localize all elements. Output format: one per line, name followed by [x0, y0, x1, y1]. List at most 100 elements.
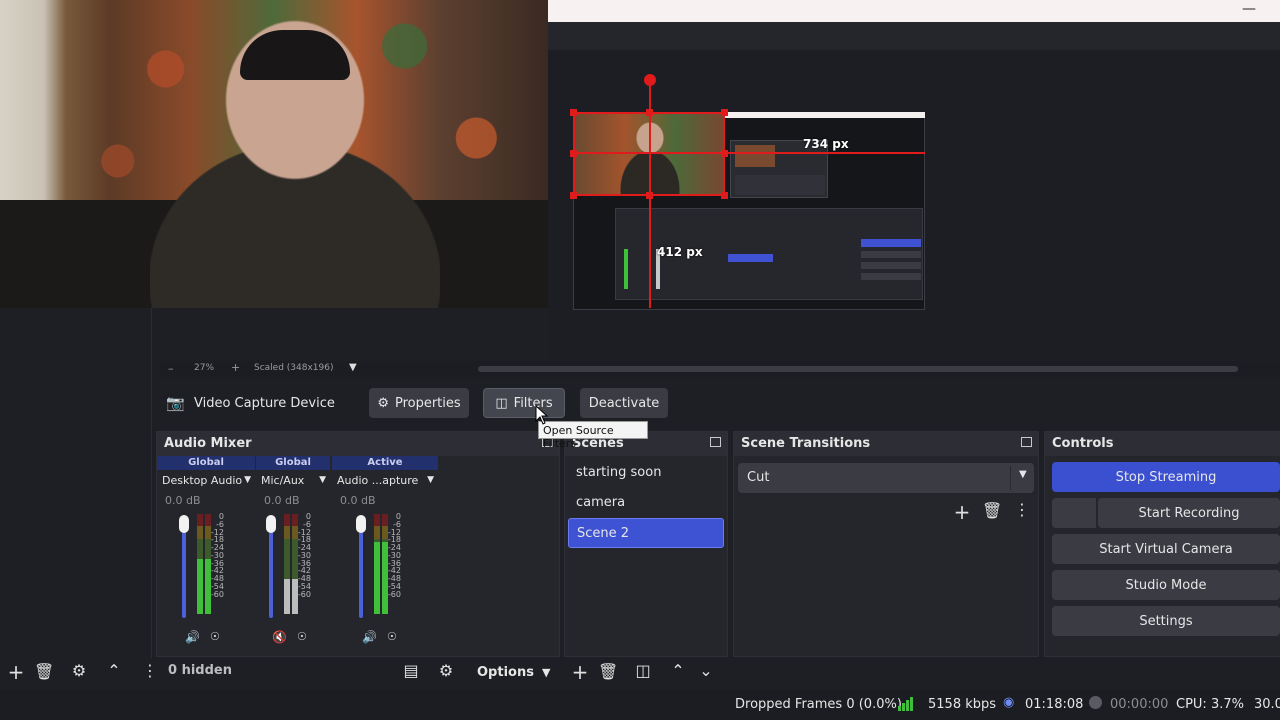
resize-handle-bl[interactable] [570, 192, 577, 199]
zoom-in-button[interactable]: + [231, 361, 240, 374]
mixer-layout-icon[interactable]: ▤ [401, 661, 421, 680]
resize-handle-b[interactable] [646, 192, 653, 199]
resize-handle-tl[interactable] [570, 109, 577, 116]
controls-title: Controls [1045, 432, 1280, 456]
volume-fader-track[interactable] [182, 518, 186, 618]
source-toolbar: 📷 Video Capture Device ⚙ Properties ◫ Filt… [152, 382, 1280, 426]
start-virtual-camera-button[interactable]: Start Virtual Camera [1052, 534, 1280, 564]
meter-scale: 0 -6 -12 -18 -24 -30 -36 -42 -48 -54 -60 [210, 513, 224, 598]
signal-icon [898, 695, 913, 711]
channel-name: Desktop Audio [162, 474, 243, 487]
advanced-audio-icon[interactable]: ⚙ [436, 661, 456, 680]
add-icon[interactable]: + [952, 500, 972, 524]
chevron-down-icon: ▼ [1010, 466, 1027, 490]
filters-tooltip: Open Source Filters [538, 421, 648, 450]
resize-handle-br[interactable] [721, 192, 728, 199]
scene-down-icon[interactable]: ⌄ [696, 661, 716, 680]
speaker-icon[interactable]: 🔊 [185, 630, 200, 644]
resize-handle-r[interactable] [721, 150, 728, 157]
rotation-handle[interactable] [644, 74, 656, 86]
meter-scale-tick: -60 [297, 589, 311, 599]
scene-item-scene-2[interactable]: Scene 2 [568, 518, 724, 548]
resize-handle-l[interactable] [570, 150, 577, 157]
resize-handle-tr[interactable] [721, 109, 728, 116]
channel-db: 0.0 dB [340, 494, 376, 507]
move-up-icon[interactable]: ⌃ [104, 661, 124, 680]
level-meter [284, 514, 290, 614]
filters-button[interactable]: ◫ Filters [483, 388, 565, 418]
record-options-segment[interactable] [1052, 498, 1096, 528]
minimize-icon[interactable]: — [1242, 1, 1256, 17]
speaker-icon[interactable]: 🔊 [362, 630, 377, 644]
stream-time: 01:18:08 [1025, 697, 1084, 712]
headphones-icon[interactable]: ☉ [210, 630, 220, 643]
start-recording-button[interactable]: Start Recording [1098, 498, 1280, 528]
meter-scale: 0 -6 -12 -18 -24 -30 -36 -42 -48 -54 -60 [297, 513, 311, 598]
channel-badge: Global [256, 456, 330, 470]
trash-icon[interactable]: 🗑 [982, 501, 1002, 520]
height-guide-label: 412 px [657, 245, 703, 259]
add-source-icon[interactable]: + [6, 660, 26, 684]
mixer-channel: Global Mic/Aux ▼ 0.0 dB 0 -6 -12 -18 -24 -30 -36 -4… [256, 456, 330, 656]
muted-speaker-icon[interactable]: 🔇 [272, 630, 287, 644]
headphones-icon[interactable]: ☉ [297, 630, 307, 643]
volume-fader-track[interactable] [359, 518, 363, 618]
properties-button[interactable]: ⚙ Properties [369, 388, 469, 418]
stop-streaming-button[interactable]: Stop Streaming [1052, 462, 1280, 492]
mixer-channel: Global Desktop Audio ▼ 0.0 dB 0 -6 -12 -18 -24 -3… [157, 456, 255, 656]
mixer-channel: Active Audio ...apture ▼ 0.0 dB 0 -6 -12 -18 -24… [332, 456, 438, 656]
remove-scene-icon[interactable]: 🗑 [598, 662, 618, 681]
channel-name: Audio ...apture [337, 474, 419, 487]
add-scene-icon[interactable]: + [570, 660, 590, 684]
mouse-cursor-icon [535, 405, 549, 425]
scene-filter-icon[interactable]: ◫ [633, 661, 653, 680]
studio-mode-button[interactable]: Studio Mode [1052, 570, 1280, 600]
chevron-down-icon[interactable]: ▼ [319, 475, 326, 485]
channel-db: 0.0 dB [165, 494, 201, 507]
scene-up-icon[interactable]: ⌃ [668, 661, 688, 680]
record-time: 00:00:00 [1110, 697, 1169, 712]
volume-fader-track[interactable] [269, 518, 273, 618]
scale-dropdown-icon[interactable]: ▼ [349, 362, 357, 373]
properties-label: Properties [394, 395, 461, 411]
source-settings-icon[interactable]: ⚙ [69, 661, 89, 680]
more-icon[interactable]: ⋮ [140, 661, 160, 680]
deactivate-label: Deactivate [588, 395, 660, 411]
more-icon[interactable]: ⋮ [1012, 500, 1032, 519]
width-guide-label: 734 px [803, 137, 849, 151]
volume-fader-knob[interactable] [266, 515, 276, 533]
volume-fader-knob[interactable] [179, 515, 189, 533]
remove-source-icon[interactable]: 🗑 [34, 662, 54, 681]
scene-item-starting-soon[interactable]: starting soon [568, 458, 724, 488]
source-name: Video Capture Device [194, 396, 335, 411]
deactivate-button[interactable]: Deactivate [580, 388, 668, 418]
zoom-out-button[interactable]: – [168, 362, 174, 375]
undock-icon[interactable] [1021, 437, 1032, 447]
gear-icon: ⚙ [377, 395, 389, 411]
volume-fader-knob[interactable] [356, 515, 366, 533]
dropped-frames: Dropped Frames 0 (0.0%) [735, 697, 902, 712]
chevron-down-icon[interactable]: ▼ [427, 475, 434, 485]
options-menu[interactable]: Options ▼ [470, 660, 554, 684]
bitrate: 5158 kbps [928, 697, 997, 712]
status-bar: Dropped Frames 0 (0.0%) 5158 kbps ◉ 01:1… [0, 690, 1280, 720]
chevron-down-icon[interactable]: ▼ [244, 475, 251, 485]
zoom-level: 27% [194, 363, 215, 373]
scene-transitions-panel: Scene Transitions Cut ▼ + 🗑 ⋮ [733, 431, 1039, 657]
level-meter [197, 514, 203, 614]
channel-badge: Global [157, 456, 255, 470]
transition-select[interactable]: Cut ▼ [738, 463, 1034, 493]
camera-icon: 📷 [166, 394, 185, 412]
resize-handle-t[interactable] [646, 109, 653, 116]
headphones-icon[interactable]: ☉ [387, 630, 397, 643]
channel-db: 0.0 dB [264, 494, 300, 507]
audio-mixer-title: Audio Mixer [157, 432, 559, 456]
undock-icon[interactable] [710, 437, 721, 447]
record-indicator-icon [1089, 696, 1102, 709]
channel-name: Mic/Aux [261, 474, 305, 487]
preview-scrollbar[interactable] [478, 366, 1238, 372]
sources-panel [0, 308, 152, 658]
settings-button[interactable]: Settings [1052, 606, 1280, 636]
scene-item-camera[interactable]: camera [568, 488, 724, 518]
filter-icon: ◫ [495, 395, 508, 411]
